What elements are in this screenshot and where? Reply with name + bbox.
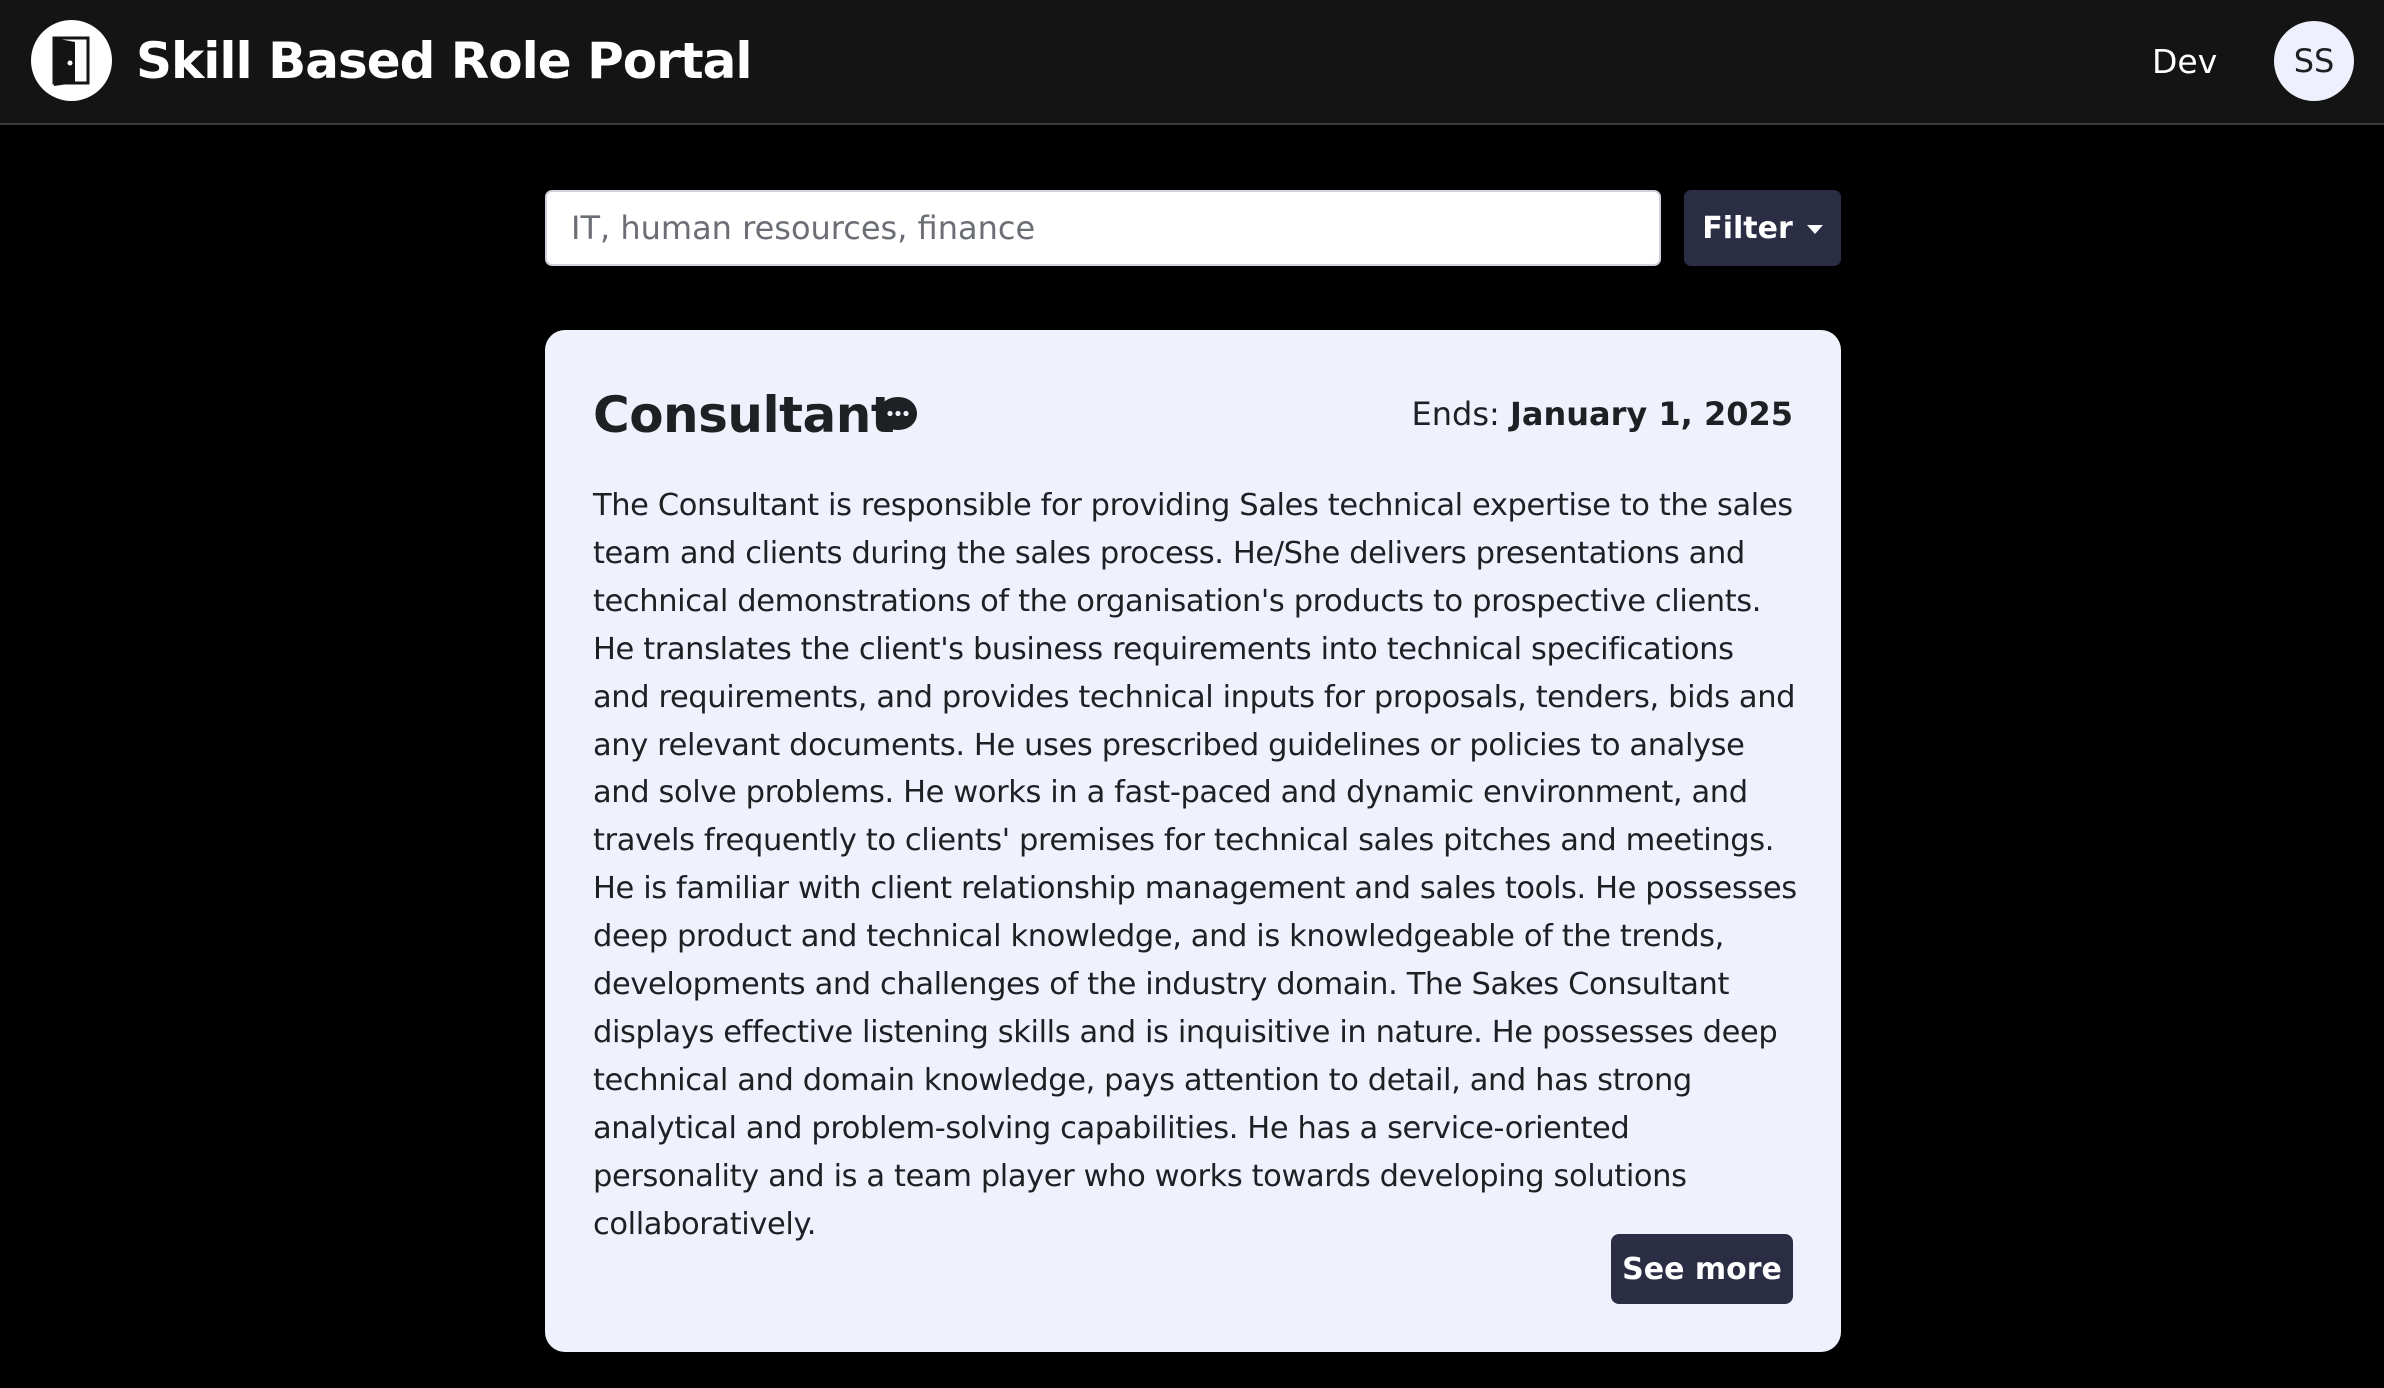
role-title: Consultant	[593, 386, 895, 444]
filter-dropdown-button[interactable]: Filter	[1684, 190, 1841, 266]
chat-bubble-icon[interactable]	[877, 394, 919, 436]
top-navbar: Skill Based Role Portal Dev SS	[0, 0, 2384, 125]
door-icon[interactable]	[31, 20, 112, 101]
caret-down-icon	[1806, 224, 1823, 234]
app-title: Skill Based Role Portal	[136, 32, 753, 90]
ends-label: Ends:	[1411, 395, 1500, 433]
user-avatar[interactable]: SS	[2274, 21, 2354, 101]
nav-link-dev[interactable]: Dev	[2152, 38, 2217, 86]
filter-label: Filter	[1702, 210, 1793, 246]
ends-date: January 1, 2025	[1509, 395, 1793, 433]
role-description: The Consultant is responsible for provid…	[593, 488, 1797, 1242]
see-more-button[interactable]: See more	[1611, 1234, 1793, 1304]
search-input[interactable]	[545, 190, 1661, 266]
role-card: Consultant Ends: January 1, 2025 The Con…	[545, 330, 1841, 1352]
role-end-date: Ends: January 1, 2025	[1412, 392, 1794, 436]
